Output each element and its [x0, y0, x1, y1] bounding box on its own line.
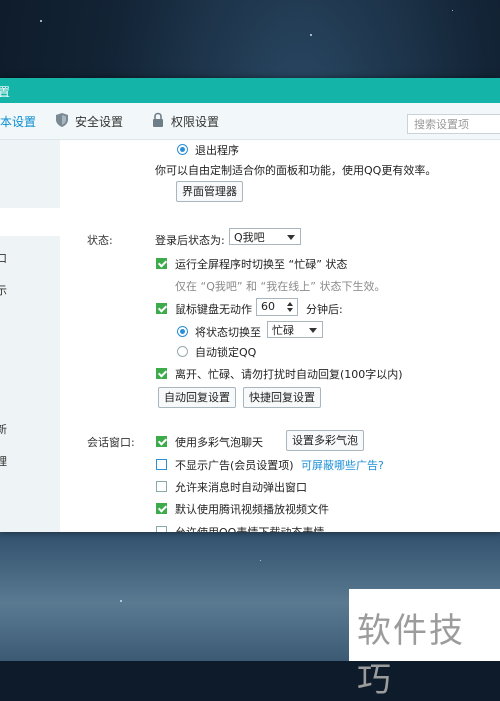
window-title: 置 [0, 85, 11, 99]
chat-window-section-label: 会话窗口: [87, 436, 135, 449]
tab-security-label: 安全设置 [75, 115, 124, 129]
auto-reply-settings-button[interactable]: 自动回复设置 [158, 387, 236, 408]
sidebar-selected-item[interactable] [0, 208, 60, 236]
star [40, 20, 42, 22]
tencent-video-label: 默认使用腾讯视频播放视频文件 [175, 503, 329, 516]
switch-status-select[interactable]: 忙碌 [267, 321, 323, 338]
shield-icon [56, 113, 68, 127]
partial-option-checkbox[interactable] [156, 526, 167, 532]
quit-program-label: 退出程序 [195, 144, 239, 157]
switch-status-label: 将状态切换至 [195, 326, 261, 339]
auto-reply-label: 离开、忙碌、请勿打扰时自动回复(100字以内) [175, 368, 403, 381]
stepper-down-icon[interactable] [287, 308, 293, 312]
no-ads-label: 不显示广告(会员设置项) [175, 459, 294, 472]
chevron-down-icon [287, 235, 295, 240]
watermark-text: 软件技巧 [357, 611, 465, 700]
tab-security-settings[interactable]: 安全设置 [56, 113, 124, 130]
search-input[interactable]: 搜索设置项 [407, 114, 500, 134]
no-ads-checkbox[interactable] [156, 459, 167, 470]
sidebar-item-fragment[interactable]: 理 [0, 453, 7, 469]
idle-after-label: 分钟后: [306, 303, 343, 316]
star [452, 10, 453, 11]
idle-minutes-stepper[interactable]: 60 [256, 298, 298, 316]
stepper-up-icon[interactable] [287, 302, 293, 306]
switch-status-value: 忙碌 [272, 324, 294, 337]
star [120, 600, 122, 602]
sidebar-item-fragment[interactable]: 口 [0, 250, 7, 266]
auto-reply-checkbox[interactable] [156, 368, 167, 379]
quick-reply-settings-button[interactable]: 快捷回复设置 [243, 387, 321, 408]
idle-checkbox[interactable] [156, 303, 167, 314]
sidebar: 口 示 新 理 [0, 140, 60, 532]
switch-status-radio[interactable] [177, 326, 188, 337]
tab-basic-settings[interactable]: 本设置 [0, 113, 36, 130]
qq-settings-window: 置 本设置 安全设置 权限设置 搜索设置项 口 示 新 理 退出程序 你可以自由… [0, 78, 500, 532]
tencent-video-checkbox[interactable] [156, 503, 167, 514]
tab-permission-label: 权限设置 [171, 115, 220, 129]
interface-manager-button[interactable]: 界面管理器 [176, 181, 243, 202]
sidebar-item-fragment[interactable]: 新 [0, 421, 7, 437]
title-bar[interactable]: 置 [0, 78, 500, 103]
bubble-settings-button[interactable]: 设置多彩气泡 [286, 430, 364, 451]
blockable-ads-link[interactable]: 可屏蔽哪些广告? [301, 457, 384, 473]
star [310, 34, 312, 36]
fullscreen-busy-hint: 仅在 “Q我吧” 和 “我在线上” 状态下生效。 [175, 280, 386, 293]
login-status-value: Q我吧 [234, 231, 265, 244]
auto-popup-label: 允许来消息时自动弹出窗口 [175, 481, 307, 494]
bubble-chat-label: 使用多彩气泡聊天 [175, 436, 263, 449]
watermark: 软件技巧 [349, 589, 500, 700]
sidebar-item-fragment[interactable]: 示 [0, 282, 7, 298]
settings-content: 退出程序 你可以自由定制适合你的面板和功能，使用QQ更有效率。 界面管理器 状态… [60, 140, 500, 532]
idle-label: 鼠标键盘无动作 [175, 303, 252, 316]
tab-permission-settings[interactable]: 权限设置 [153, 112, 220, 130]
auto-popup-checkbox[interactable] [156, 481, 167, 492]
auto-lock-radio[interactable] [177, 346, 188, 357]
chevron-down-icon [309, 328, 317, 333]
fullscreen-busy-label: 运行全屏程序时切换至 “忙碌” 状态 [175, 258, 348, 271]
lock-icon [153, 112, 163, 127]
fullscreen-busy-checkbox[interactable] [156, 258, 167, 269]
login-status-label: 登录后状态为: [155, 234, 225, 247]
idle-minutes-value: 60 [261, 300, 275, 313]
customize-description: 你可以自由定制适合你的面板和功能，使用QQ更有效率。 [155, 164, 437, 177]
quit-program-radio[interactable] [177, 144, 188, 155]
status-section-label: 状态: [87, 234, 113, 247]
auto-lock-label: 自动锁定QQ [195, 346, 257, 359]
star [260, 560, 261, 561]
login-status-select[interactable]: Q我吧 [229, 228, 301, 245]
bubble-chat-checkbox[interactable] [156, 436, 167, 447]
partial-option-label: 允许使用QQ表情下载动态表情 [175, 524, 324, 532]
